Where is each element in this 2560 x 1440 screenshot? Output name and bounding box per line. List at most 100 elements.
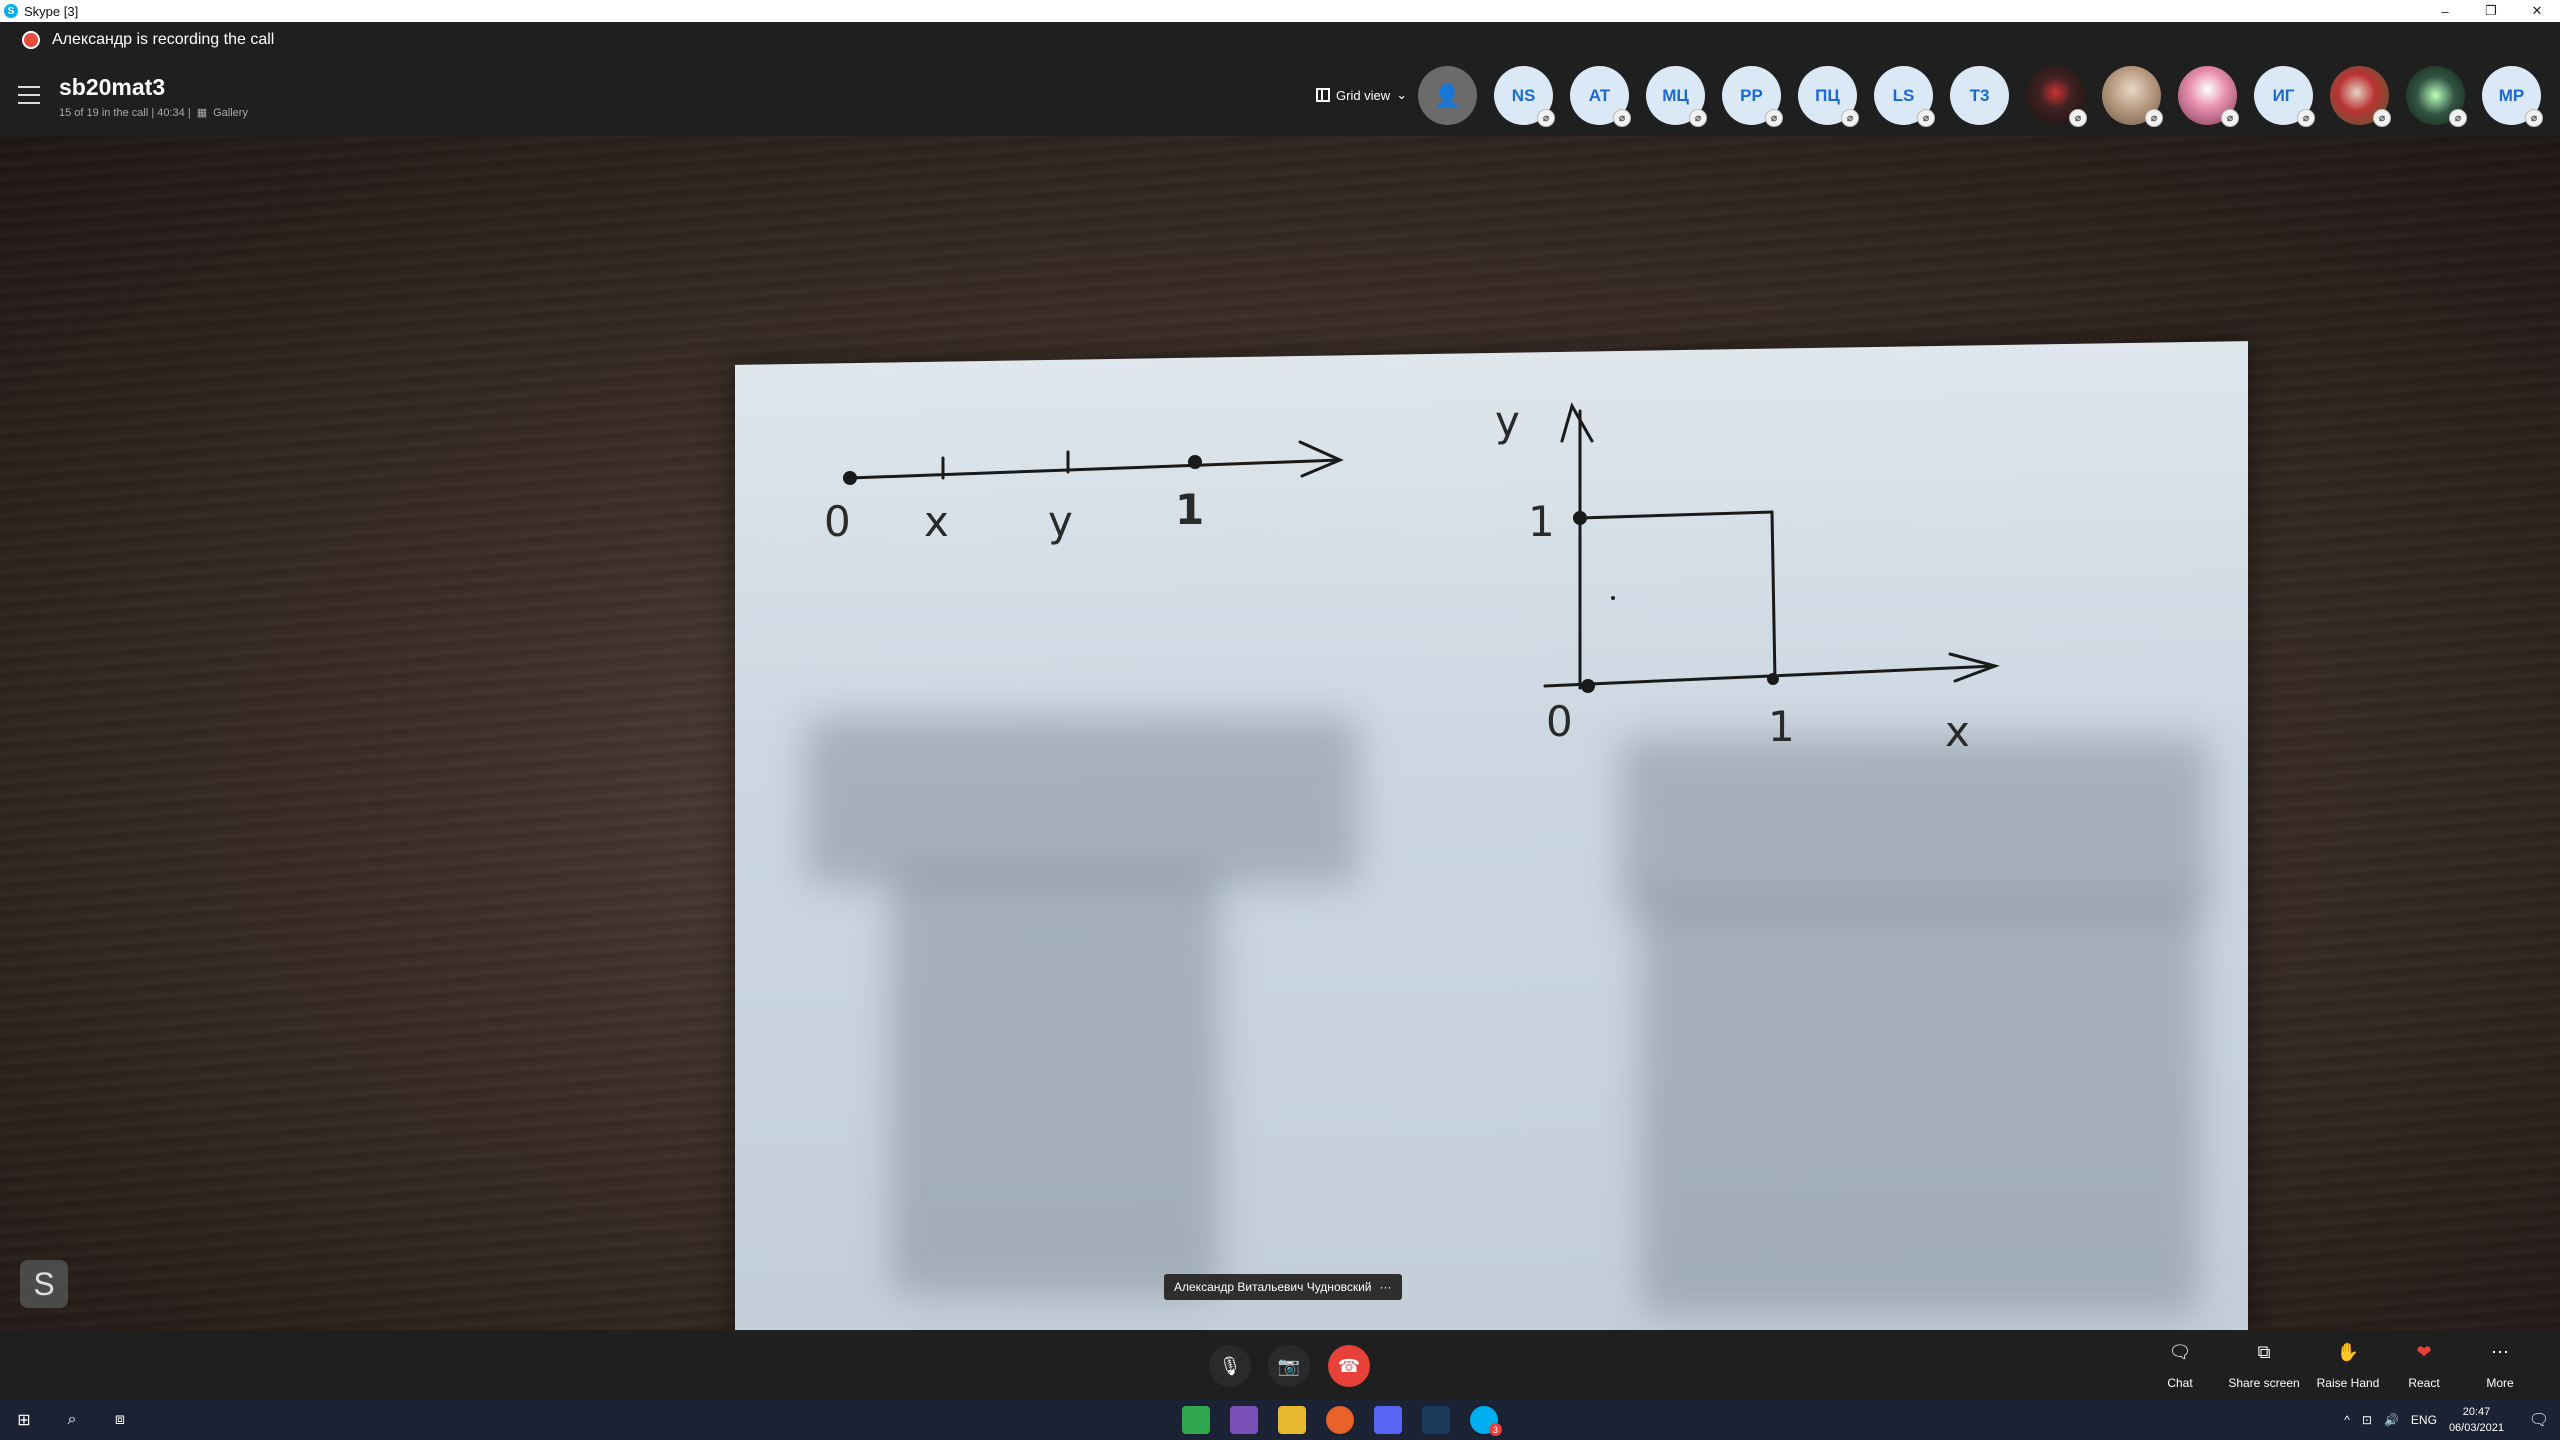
file-explorer-icon[interactable] <box>1278 1406 1306 1434</box>
share-screen-button[interactable]: ⧉ Share screen <box>2224 1342 2304 1390</box>
speaker-name: Александр Витальевич Чудновский <box>1174 1280 1372 1294</box>
label-zero: 0 <box>824 497 851 546</box>
participant-avatar[interactable]: MP ⌀ <box>2482 66 2543 127</box>
video-off-icon: 📷 <box>1277 1355 1301 1376</box>
more-button[interactable]: ⋯ More <box>2460 1342 2540 1390</box>
mic-off-icon: ⌀ <box>2145 109 2163 127</box>
recording-banner: Александр is recording the call <box>0 22 2560 58</box>
menu-icon[interactable] <box>18 86 40 104</box>
participant-avatar[interactable]: ИГ ⌀ <box>2254 66 2315 127</box>
mic-off-icon: ⌀ <box>1917 109 1935 127</box>
react-button[interactable]: ❤ React <box>2384 1342 2464 1390</box>
call-status-text: 15 of 19 in the call | 40:34 | <box>59 106 191 119</box>
steam-icon[interactable] <box>1422 1406 1450 1434</box>
participant-avatar[interactable]: ПЦ ⌀ <box>1798 66 1859 127</box>
windows-start-icon[interactable]: ⊞ <box>12 1408 36 1432</box>
call-controls: 🎙 📷 ☎ 🗨 Chat ⧉ Share screen ✋ Raise Hand… <box>0 1330 2560 1400</box>
mic-off-icon: ⌀ <box>2221 109 2239 127</box>
restore-button[interactable]: ❐ <box>2468 0 2514 22</box>
mic-off-icon: ⌀ <box>2069 109 2087 127</box>
add-participant-button[interactable]: 👤 <box>1418 66 1477 125</box>
gallery-label[interactable]: Gallery <box>213 107 248 119</box>
label-one: 1 <box>1175 485 1204 534</box>
firefox-icon[interactable] <box>1326 1406 1354 1434</box>
participant-avatar[interactable]: T3 <box>1950 66 2009 125</box>
recording-icon <box>22 31 40 49</box>
speaker-name-tag[interactable]: Александр Витальевич Чудновский ··· <box>1164 1274 1402 1300</box>
discord-icon[interactable] <box>1374 1406 1402 1434</box>
window-titlebar: S Skype [3] – ❐ ✕ <box>0 0 2560 22</box>
minimize-button[interactable]: – <box>2422 0 2468 22</box>
mute-button[interactable]: 🎙 <box>1209 1345 1251 1387</box>
label-axis-one: 1 <box>1528 497 1555 546</box>
label-axis-x: x <box>1945 707 1970 756</box>
heart-icon: ❤ <box>2416 1342 2432 1362</box>
call-header: sb20mat3 15 of 19 in the call | 40:34 | … <box>0 58 2560 136</box>
label-origin: 0 <box>1546 697 1573 746</box>
hang-up-icon: ☎ <box>1337 1355 1361 1376</box>
more-options-icon[interactable]: ··· <box>1380 1280 1392 1294</box>
close-button[interactable]: ✕ <box>2514 0 2560 22</box>
participant-list: 👤 NS ⌀ AT ⌀ МЦ ⌀ PP ⌀ ПЦ ⌀ LS ⌀ T3 ⌀ ⌀ ⌀ ИГ ⌀ ⌀… <box>1418 66 2543 127</box>
participant-avatar[interactable]: МЦ ⌀ <box>1646 66 1707 127</box>
ellipsis-icon: ⋯ <box>2491 1342 2509 1362</box>
label-x-one: 1 <box>1768 702 1795 751</box>
volume-icon[interactable]: 🔊 <box>2384 1413 2399 1427</box>
participant-avatar-photo[interactable]: ⌀ <box>2026 66 2087 127</box>
mic-off-icon: ⌀ <box>2297 109 2315 127</box>
y-axis-arrow <box>1560 402 1594 443</box>
mic-off-icon: ⌀ <box>1613 109 1631 127</box>
mic-off-icon: ⌀ <box>2449 109 2467 127</box>
participant-avatar-photo[interactable]: ⌀ <box>2178 66 2239 127</box>
participant-avatar-photo[interactable]: ⌀ <box>2406 66 2467 127</box>
search-icon[interactable]: ⌕ <box>60 1408 84 1432</box>
add-person-icon: 👤 <box>1433 82 1462 108</box>
chat-button[interactable]: 🗨 Chat <box>2140 1342 2220 1390</box>
mic-off-icon: ⌀ <box>2525 109 2543 127</box>
hand-icon: ✋ <box>2336 1342 2360 1362</box>
raise-hand-button[interactable]: ✋ Raise Hand <box>2308 1342 2388 1390</box>
task-view-icon[interactable]: ⧈ <box>108 1408 132 1432</box>
conversation-title: sb20mat3 <box>59 74 166 100</box>
label-x: x <box>924 497 949 546</box>
network-icon[interactable]: ⊡ <box>2362 1413 2372 1427</box>
participant-avatar[interactable]: AT ⌀ <box>1570 66 1631 127</box>
video-toggle-button[interactable]: 📷 <box>1268 1345 1310 1387</box>
participant-avatar[interactable]: NS ⌀ <box>1494 66 1555 127</box>
system-tray: ^ ⊡ 🔊 ENG 20:47 06/03/2021 <box>2344 1400 2504 1440</box>
chat-icon: 🗨 <box>2168 1342 2192 1362</box>
unit-square <box>1578 510 1777 683</box>
skype-watermark: S <box>20 1260 68 1308</box>
mic-off-icon: ⌀ <box>1689 109 1707 127</box>
clock-time: 20:47 <box>2462 1406 2491 1418</box>
skype-icon: S <box>4 4 18 18</box>
mic-off-icon: ⌀ <box>1537 109 1555 127</box>
language-indicator[interactable]: ENG <box>2411 1413 2437 1427</box>
skype-taskbar-icon[interactable]: 3 <box>1470 1406 1502 1436</box>
taskbar: ⊞ ⌕ ⧈ 3 ^ ⊡ 🔊 ENG 20:47 06/03/2021 🗨 <box>0 1400 2560 1440</box>
notifications-icon[interactable]: 🗨 <box>2528 1409 2550 1431</box>
number-line <box>848 458 1342 480</box>
mic-off-icon: ⌀ <box>2373 109 2391 127</box>
mic-off-icon: ⌀ <box>1841 109 1859 127</box>
gallery-icon: ▦ <box>196 107 208 119</box>
label-axis-y: y <box>1495 397 1520 446</box>
end-call-button[interactable]: ☎ <box>1328 1345 1370 1387</box>
participant-avatar[interactable]: PP ⌀ <box>1722 66 1783 127</box>
grid-view-label: Grid view <box>1336 87 1391 103</box>
participant-avatar-photo[interactable]: ⌀ <box>2102 66 2163 127</box>
chevron-up-icon[interactable]: ^ <box>2344 1413 2350 1427</box>
call-subtitle: 15 of 19 in the call | 40:34 | ▦ Gallery <box>59 106 248 120</box>
window-controls: – ❐ ✕ <box>2422 0 2560 22</box>
pycharm-icon[interactable] <box>1182 1406 1210 1434</box>
main-video: 0 x y 1 y 1 0 1 x S Александр Витальевич… <box>0 136 2560 1330</box>
grid-view-button[interactable]: Grid view ⌄ <box>1316 87 1407 103</box>
skype-notification-badge: 3 <box>1489 1423 1502 1436</box>
participant-avatar[interactable]: LS ⌀ <box>1874 66 1935 127</box>
participant-avatar-photo[interactable]: ⌀ <box>2330 66 2391 127</box>
window-title: Skype [3] <box>24 3 79 19</box>
clock-date: 06/03/2021 <box>2448 1422 2504 1434</box>
visual-studio-icon[interactable] <box>1230 1406 1258 1434</box>
clock[interactable]: 20:47 06/03/2021 <box>2449 1404 2504 1436</box>
mic-off-icon: 🎙 <box>1218 1355 1242 1376</box>
